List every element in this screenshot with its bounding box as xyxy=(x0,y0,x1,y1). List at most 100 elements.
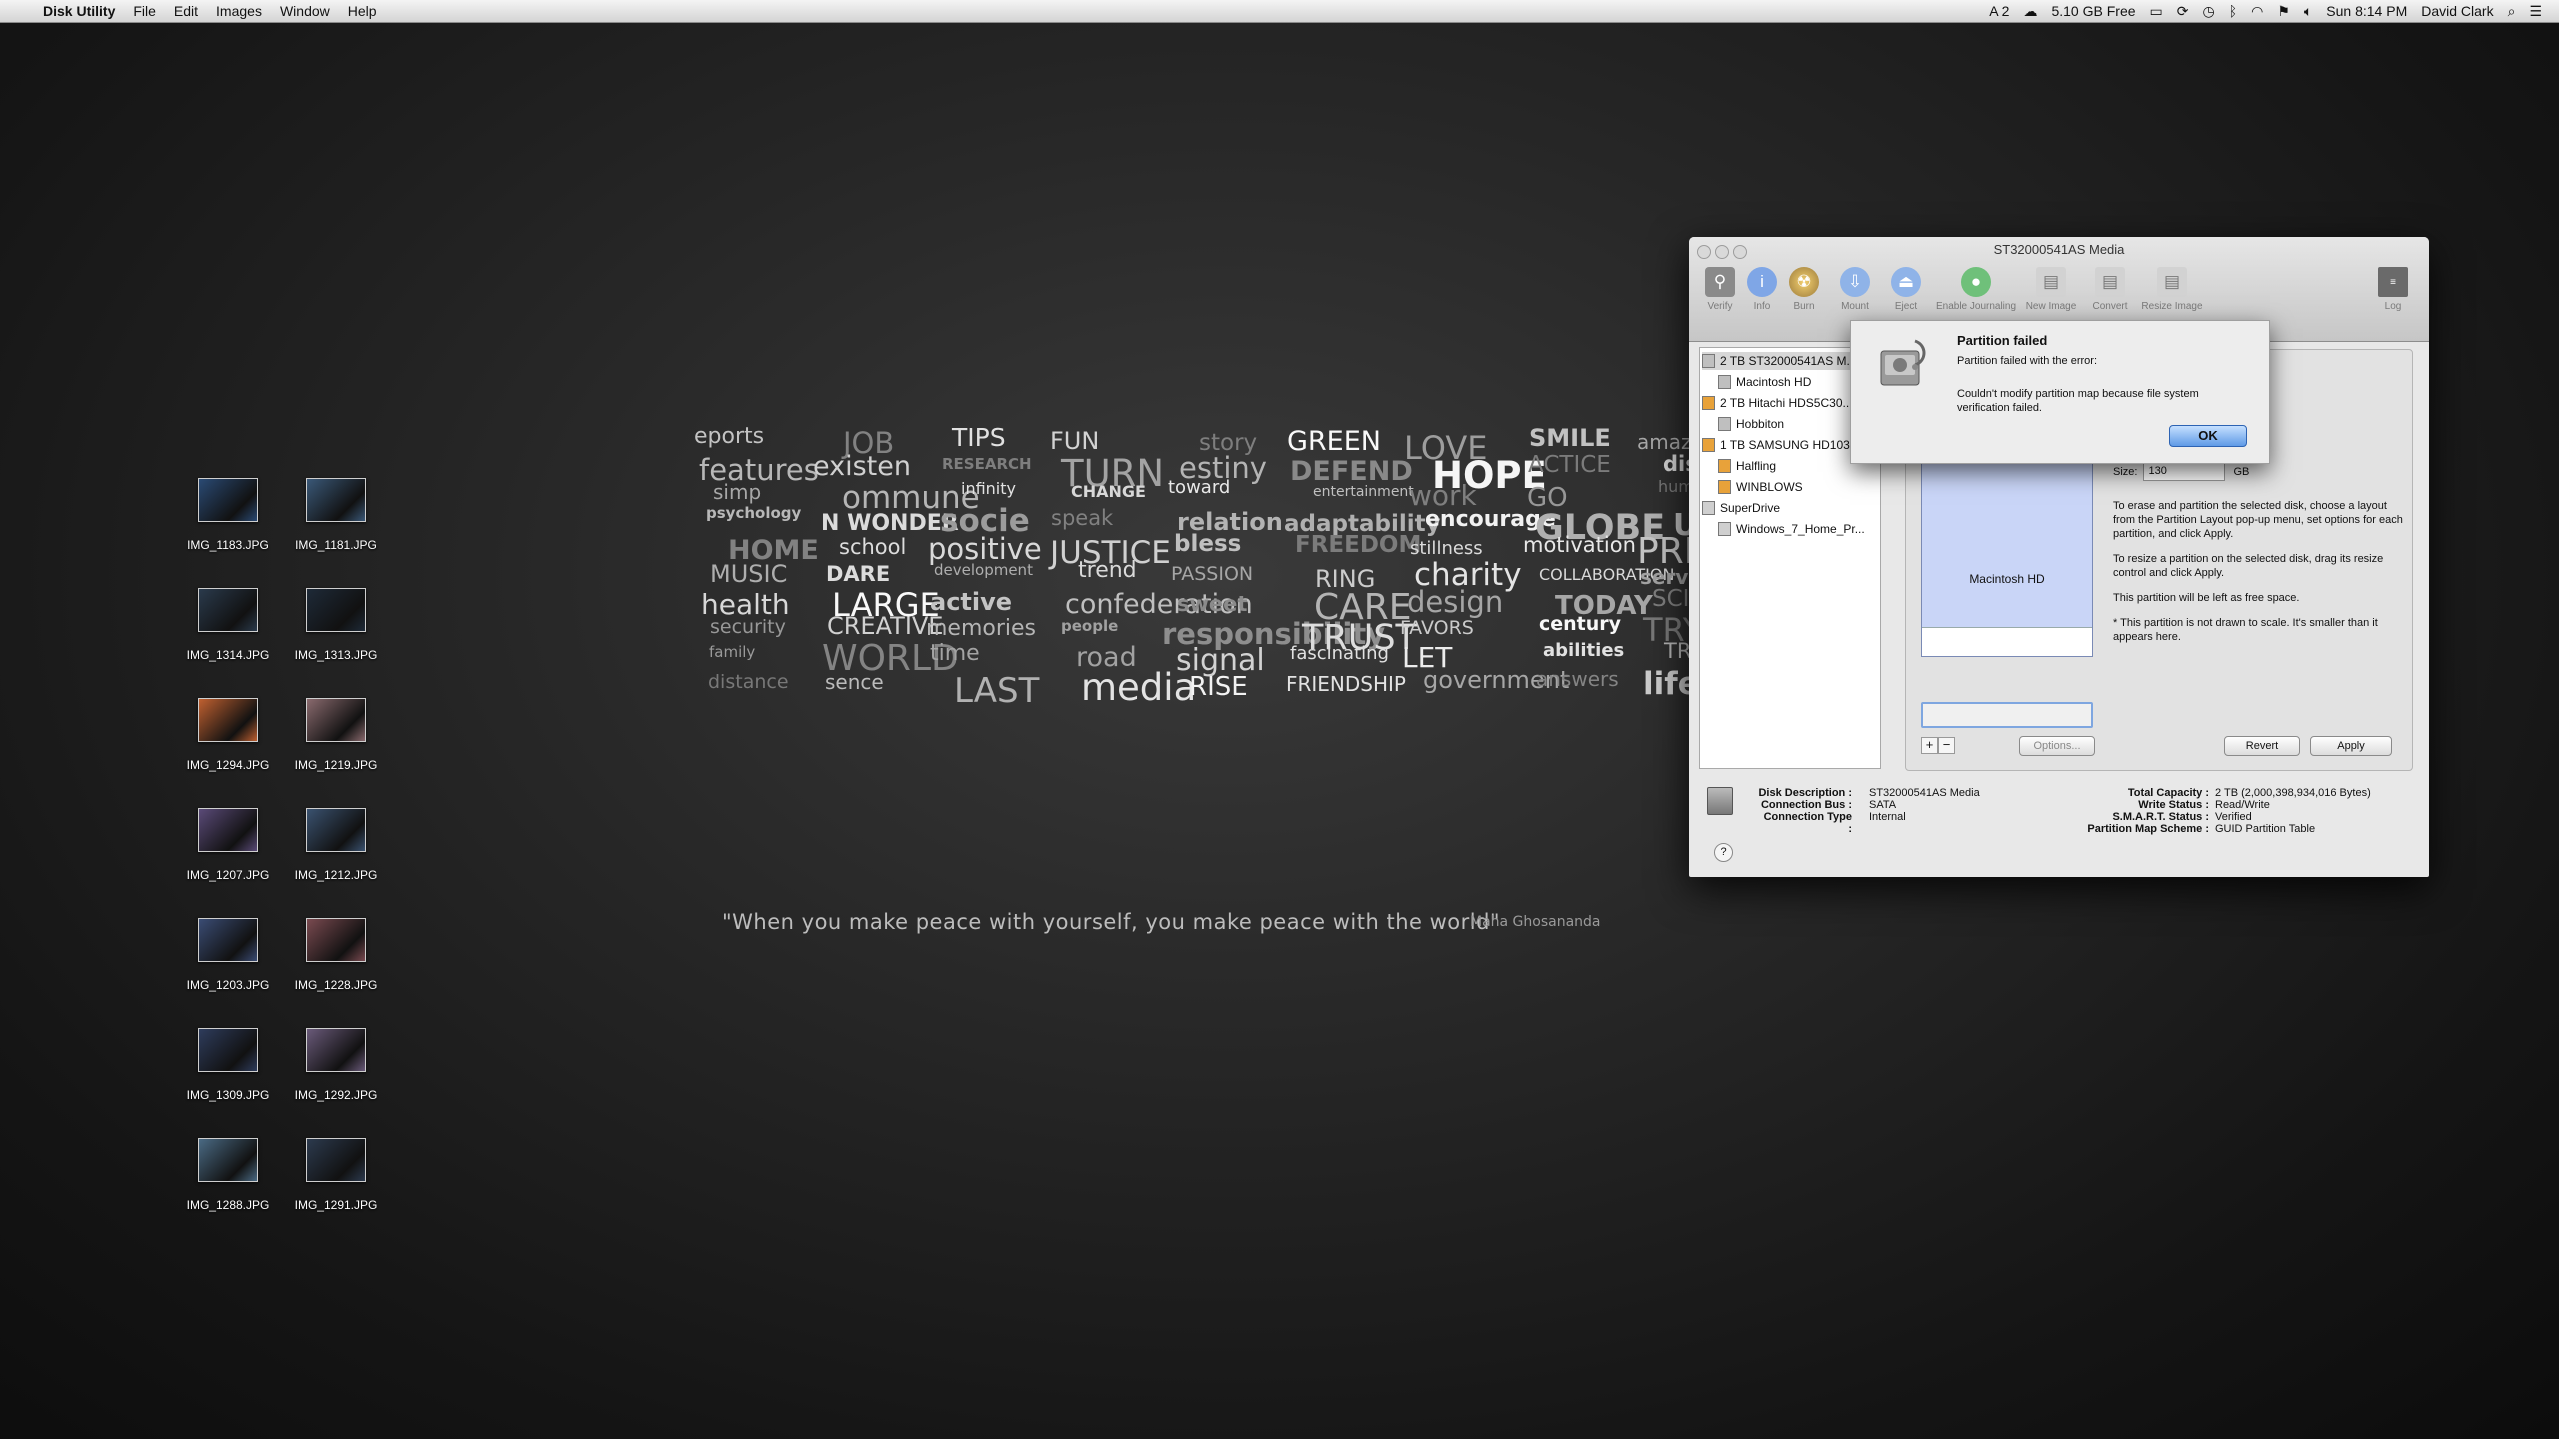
wallpaper-word: eports xyxy=(694,424,765,449)
battery-icon[interactable]: ▭ xyxy=(2143,0,2170,22)
cloud-icon[interactable]: ☁ xyxy=(2016,0,2044,22)
desktop-icon-image-file[interactable]: IMG_1181.JPG xyxy=(281,478,391,552)
desktop-icon-image-file[interactable]: IMG_1314.JPG xyxy=(173,588,283,662)
desktop-icon-image-file[interactable]: IMG_1219.JPG xyxy=(281,698,391,772)
partition-failed-alert: Partition failed Partition failed with t… xyxy=(1850,320,2270,464)
wallpaper-word: speak xyxy=(1051,506,1114,530)
desktop-icon-label: IMG_1313.JPG xyxy=(294,648,378,662)
user-menu[interactable]: David Clark xyxy=(2414,0,2500,22)
wallpaper-word: story xyxy=(1199,430,1258,456)
toolbar-enable-journaling[interactable]: ● Enable Journaling xyxy=(1931,267,2021,312)
spotlight-icon[interactable]: ⌕ xyxy=(2501,0,2523,22)
adobe-status-icon[interactable]: A 2 xyxy=(1982,0,2016,22)
selected-partition[interactable] xyxy=(1921,702,2093,728)
alert-error-detail: Couldn't modify partition map because fi… xyxy=(1957,388,2199,414)
wallpaper-word: RESEARCH xyxy=(942,455,1032,473)
clock[interactable]: Sun 8:14 PM xyxy=(2319,0,2414,22)
partition-instructions: To erase and partition the selected disk… xyxy=(2113,499,2405,655)
desktop-icon-image-file[interactable]: IMG_1292.JPG xyxy=(281,1028,391,1102)
disk-description-value: ST32000541AS Media xyxy=(1869,787,1980,799)
wallpaper-word: socie xyxy=(940,503,1030,539)
disk-icon xyxy=(1702,354,1715,368)
wallpaper-word: development xyxy=(934,561,1033,579)
menu-app-name[interactable]: Disk Utility xyxy=(34,0,124,22)
wallpaper-word: distance xyxy=(708,671,789,693)
sidebar-item-label: Windows_7_Home_Pr... xyxy=(1736,522,1865,536)
sidebar-volume-item[interactable]: Windows_7_Home_Pr... xyxy=(1718,520,1880,538)
desktop-icon-image-file[interactable]: IMG_1288.JPG xyxy=(173,1138,283,1212)
desktop-icon-image-file[interactable]: IMG_1183.JPG xyxy=(173,478,283,552)
sidebar-item-label: WINBLOWS xyxy=(1736,480,1803,494)
toolbar-log[interactable]: ≡ Log xyxy=(2358,267,2428,312)
wallpaper-word: features xyxy=(699,453,819,487)
volume-icon[interactable]: 🔈︎ xyxy=(2297,0,2319,22)
wallpaper-word: charity xyxy=(1414,557,1522,593)
sync-icon[interactable]: ⟳ xyxy=(2170,0,2196,22)
remove-partition-button[interactable]: − xyxy=(1938,737,1955,754)
free-space-note: This partition will be left as free spac… xyxy=(2113,592,2300,604)
revert-button[interactable]: Revert xyxy=(2224,736,2300,756)
time-machine-icon[interactable]: ◷ xyxy=(2195,0,2221,22)
desktop-icon-image-file[interactable]: IMG_1212.JPG xyxy=(281,808,391,882)
bluetooth-icon[interactable]: ᛒ xyxy=(2222,0,2244,22)
menu-edit[interactable]: Edit xyxy=(165,0,207,22)
free-space-region[interactable] xyxy=(1922,627,2092,656)
write-status-label: Write Status : xyxy=(2138,799,2209,811)
wallpaper-word: CHANGE xyxy=(1071,482,1146,501)
wallpaper-word: RISE xyxy=(1189,672,1248,702)
wallpaper-word: RING xyxy=(1315,565,1376,593)
desktop-icon-image-file[interactable]: IMG_1294.JPG xyxy=(173,698,283,772)
wallpaper-word: positive xyxy=(928,532,1042,566)
wallpaper-word: TURN xyxy=(1061,452,1165,495)
desktop-icon-image-file[interactable]: IMG_1313.JPG xyxy=(281,588,391,662)
toolbar-log-label: Log xyxy=(2384,301,2402,312)
toolbar-resize-image-label: Resize Image xyxy=(2141,301,2203,312)
image-thumbnail-icon xyxy=(198,1028,258,1072)
notification-list-icon[interactable]: ☰ xyxy=(2522,0,2549,22)
wallpaper-word: TRUST xyxy=(1302,618,1417,658)
desktop-icon-image-file[interactable]: IMG_1309.JPG xyxy=(173,1028,283,1102)
desktop-icon-image-file[interactable]: IMG_1228.JPG xyxy=(281,918,391,992)
image-thumbnail-icon xyxy=(198,478,258,522)
toolbar-convert[interactable]: ▤ Convert xyxy=(2075,267,2145,312)
wallpaper-word: abilities xyxy=(1543,640,1625,661)
wallpaper-word: family xyxy=(709,643,756,661)
wallpaper-word: N WONDER xyxy=(821,511,959,536)
ok-button[interactable]: OK xyxy=(2169,425,2247,447)
flag-icon[interactable]: ⚑ xyxy=(2270,0,2297,22)
wallpaper-word: FREEDOM xyxy=(1295,532,1422,558)
desktop-icon-image-file[interactable]: IMG_1291.JPG xyxy=(281,1138,391,1212)
wallpaper-word: road xyxy=(1076,642,1137,673)
menu-file[interactable]: File xyxy=(124,0,165,22)
mount-icon: ⇩ xyxy=(1840,267,1870,297)
add-partition-button[interactable]: + xyxy=(1921,737,1938,754)
wallpaper-word: work xyxy=(1409,479,1477,512)
wallpaper-word: DARE xyxy=(826,562,891,586)
desktop-icon-image-file[interactable]: IMG_1207.JPG xyxy=(173,808,283,882)
wallpaper-word: ommune xyxy=(842,480,980,516)
image-thumbnail-icon xyxy=(306,918,366,962)
wallpaper-word: active xyxy=(930,588,1013,616)
size-input[interactable]: 130 xyxy=(2143,462,2226,481)
wallpaper-word: memories xyxy=(926,616,1037,641)
partition-map[interactable]: Macintosh HD xyxy=(1921,457,2093,657)
sidebar-disk-item[interactable]: SuperDrive xyxy=(1702,499,1880,517)
wallpaper-word: GREEN xyxy=(1287,426,1381,457)
toolbar-journaling-label: Enable Journaling xyxy=(1935,301,2017,312)
wallpaper-word: GO xyxy=(1527,483,1568,513)
menu-help[interactable]: Help xyxy=(339,0,386,22)
options-button[interactable]: Options... xyxy=(2019,736,2095,756)
apply-button[interactable]: Apply xyxy=(2310,736,2392,756)
wallpaper-word: design xyxy=(1407,585,1504,619)
desktop-icon-image-file[interactable]: IMG_1203.JPG xyxy=(173,918,283,992)
menu-images[interactable]: Images xyxy=(207,0,271,22)
wallpaper-word: century xyxy=(1539,613,1622,635)
help-button[interactable]: ? xyxy=(1714,843,1733,862)
free-space-indicator[interactable]: 5.10 GB Free xyxy=(2044,0,2142,22)
menu-window[interactable]: Window xyxy=(271,0,339,22)
wallpaper-word: psychology xyxy=(706,504,802,522)
toolbar-resize-image[interactable]: ▤ Resize Image xyxy=(2137,267,2207,312)
sidebar-volume-item[interactable]: WINBLOWS xyxy=(1718,478,1880,496)
wifi-icon[interactable]: ◠ xyxy=(2244,0,2270,22)
wallpaper-quote-author: Maha Ghosananda xyxy=(1470,914,1601,930)
